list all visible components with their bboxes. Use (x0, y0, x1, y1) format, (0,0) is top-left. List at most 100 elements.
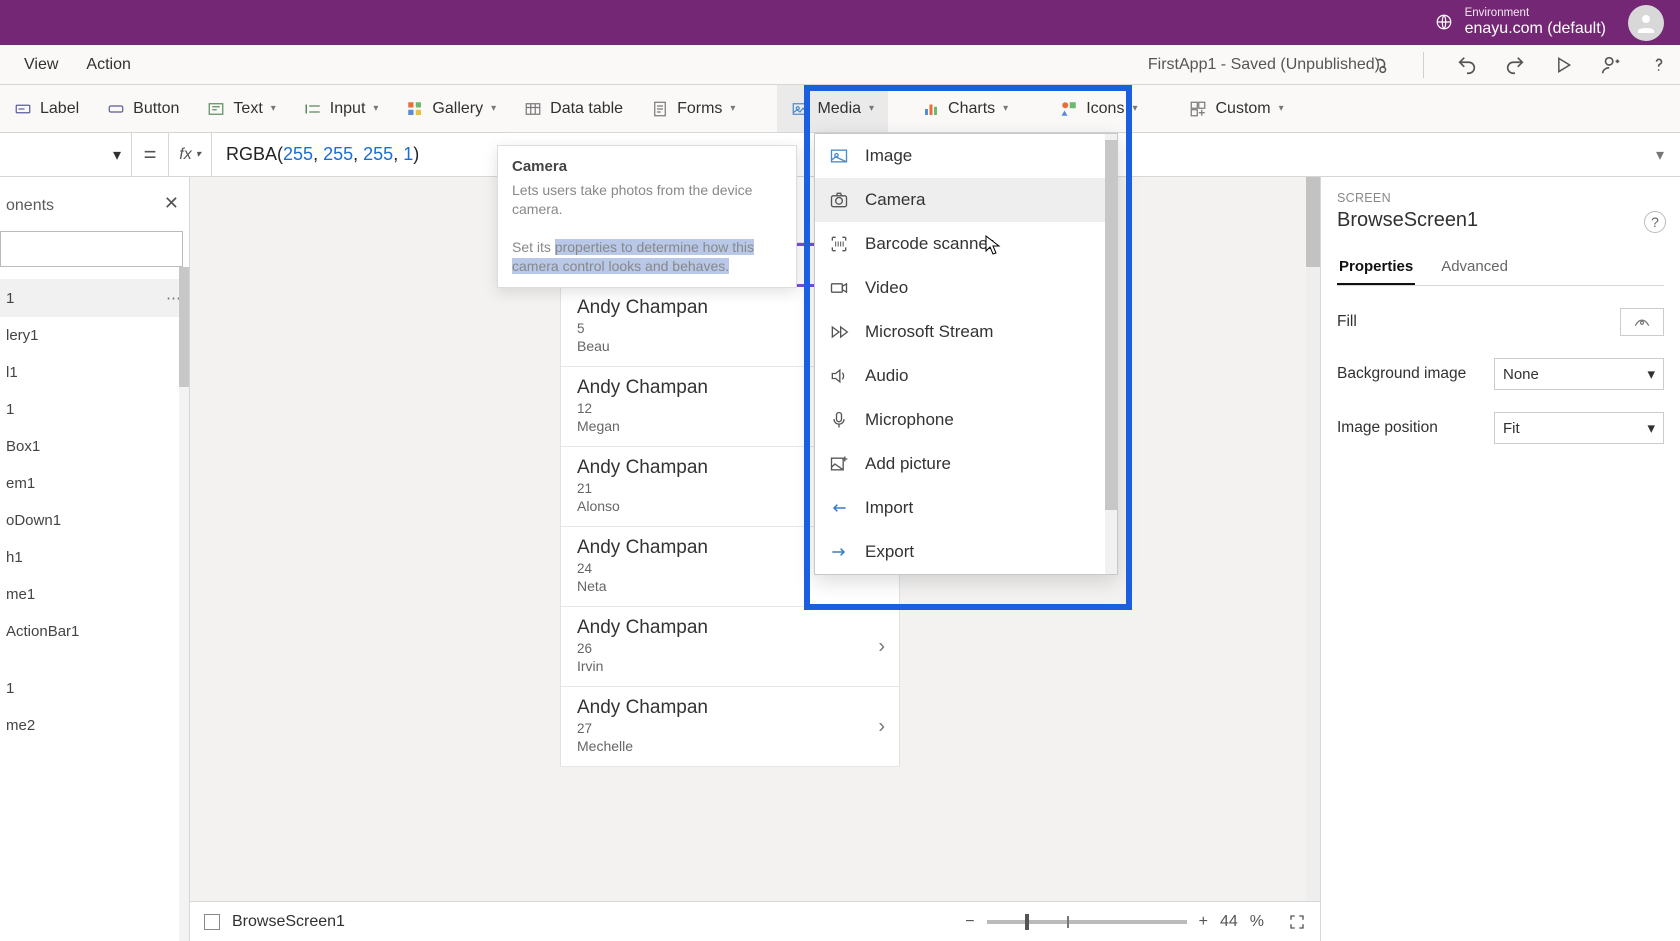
row-subtitle: 26 (577, 641, 883, 656)
app-save-status: FirstApp1 - Saved (Unpublished) (1148, 45, 1380, 84)
tree-item[interactable]: h1 (0, 539, 189, 576)
tree-item[interactable]: Box1 (0, 428, 189, 465)
scrollbar-thumb[interactable] (1105, 140, 1117, 510)
environment-picker[interactable]: Environment enayu.com (default) (1435, 7, 1606, 37)
tree-item[interactable]: oDown1 (0, 502, 189, 539)
list-item[interactable]: Andy Champan27Mechelle› (561, 687, 899, 767)
media-menu-item[interactable]: Video (815, 266, 1117, 310)
tooltip-line2a: Set its (512, 239, 555, 255)
tree-item[interactable]: 1⋯ (0, 279, 189, 317)
fx-button[interactable]: fx▾ (168, 133, 212, 176)
media-menu-item[interactable]: Microphone (815, 398, 1117, 442)
equals-sign: = (132, 142, 168, 168)
row-body: Neta (577, 578, 883, 594)
tree-item[interactable] (0, 650, 189, 670)
command-bar: View Action FirstApp1 - Saved (Unpublish… (0, 45, 1680, 85)
tree-item[interactable]: lery1 (0, 317, 189, 354)
tree-item[interactable]: me1 (0, 576, 189, 613)
table-icon (524, 100, 542, 118)
bgimage-dropdown[interactable]: None▾ (1494, 358, 1664, 390)
tree-search-input[interactable] (0, 231, 183, 267)
tree-item-label: 1 (6, 290, 14, 307)
tree-item[interactable]: em1 (0, 465, 189, 502)
media-menu-item[interactable]: Image (815, 134, 1117, 178)
menu-action[interactable]: Action (72, 45, 144, 84)
ribbon-input[interactable]: Input▾ (290, 85, 393, 132)
divider (1423, 52, 1424, 78)
help-icon[interactable] (1648, 54, 1670, 76)
ribbon-button[interactable]: Button (93, 85, 193, 132)
media-icon (791, 100, 809, 118)
chevron-right-icon[interactable]: › (878, 715, 885, 738)
media-menu-item[interactable]: Barcode scanner (815, 222, 1117, 266)
ribbon-charts[interactable]: Charts▾ (908, 85, 1022, 132)
export-icon (829, 542, 849, 562)
add-picture-icon (829, 454, 849, 474)
help-icon[interactable]: ? (1644, 211, 1666, 233)
property-selector[interactable]: ▾ (0, 133, 132, 176)
formula-expand[interactable]: ▾ (1640, 145, 1680, 165)
prop-imagepos-label: Image position (1337, 419, 1438, 437)
media-menu-item[interactable]: Audio (815, 354, 1117, 398)
redo-icon[interactable] (1504, 54, 1526, 76)
app-checker-icon[interactable] (1369, 54, 1391, 76)
tooltip-title: Camera (512, 158, 782, 175)
scrollbar[interactable] (1306, 177, 1320, 901)
zoom-out-icon[interactable]: − (965, 913, 974, 931)
tree-item[interactable]: 1 (0, 670, 189, 707)
media-item-label: Audio (865, 366, 908, 386)
share-icon[interactable] (1600, 54, 1622, 76)
media-menu-item[interactable]: Microsoft Stream (815, 310, 1117, 354)
camera-icon (829, 190, 849, 210)
zoom-slider[interactable] (987, 920, 1187, 924)
zoom-in-icon[interactable]: + (1199, 913, 1208, 931)
ribbon-media[interactable]: Media▾ (777, 85, 888, 132)
media-menu-item[interactable]: Export (815, 530, 1117, 574)
chevron-down-icon: ▾ (730, 103, 735, 114)
ribbon-custom[interactable]: Custom▾ (1175, 85, 1297, 132)
media-menu-item[interactable]: Camera (815, 178, 1117, 222)
tab-advanced[interactable]: Advanced (1439, 250, 1510, 285)
ribbon-data-table[interactable]: Data table (510, 85, 637, 132)
screen-checkbox[interactable] (204, 914, 220, 930)
tree-item[interactable]: 1 (0, 391, 189, 428)
barcode-scanner-icon (829, 234, 849, 254)
avatar[interactable] (1628, 5, 1664, 41)
play-icon[interactable] (1552, 54, 1574, 76)
close-icon[interactable]: ✕ (164, 193, 179, 214)
fit-to-window-icon[interactable] (1288, 913, 1306, 931)
tree-item-label: me1 (6, 586, 35, 603)
row-title: Andy Champan (577, 617, 883, 639)
footer-screen-name: BrowseScreen1 (232, 913, 345, 931)
tree-tab-components[interactable]: onents (0, 187, 189, 225)
tree-item-label: oDown1 (6, 512, 61, 529)
custom-icon (1189, 100, 1207, 118)
media-menu-item[interactable]: Import (815, 486, 1117, 530)
ribbon-icons[interactable]: Icons▾ (1046, 85, 1151, 132)
text-icon (207, 100, 225, 118)
media-menu-item[interactable]: Add picture (815, 442, 1117, 486)
environment-label: Environment (1465, 7, 1606, 20)
tooltip-line1: Lets users take photos from the device c… (512, 182, 752, 217)
ribbon-gallery[interactable]: Gallery▾ (392, 85, 510, 132)
ribbon-label[interactable]: Label (0, 85, 93, 132)
list-item[interactable]: Andy Champan26Irvin› (561, 607, 899, 687)
menu-view[interactable]: View (10, 45, 72, 84)
label-icon (14, 100, 32, 118)
scrollbar-thumb[interactable] (1306, 177, 1320, 267)
tree-item[interactable]: me2 (0, 707, 189, 744)
ribbon-text[interactable]: Text▾ (193, 85, 289, 132)
ribbon-forms[interactable]: Forms▾ (637, 85, 749, 132)
imagepos-dropdown[interactable]: Fit▾ (1494, 412, 1664, 444)
tree-item[interactable]: l1 (0, 354, 189, 391)
tree-item-label: l1 (6, 364, 18, 381)
undo-icon[interactable] (1456, 54, 1478, 76)
tree-item[interactable]: ActionBar1 (0, 613, 189, 650)
fill-color-picker[interactable] (1620, 308, 1664, 336)
media-item-label: Microsoft Stream (865, 322, 993, 342)
zoom-unit: % (1250, 913, 1264, 931)
chevron-right-icon[interactable]: › (878, 635, 885, 658)
microsoft-stream-icon (829, 322, 849, 342)
tab-properties[interactable]: Properties (1337, 250, 1415, 285)
scrollbar-thumb[interactable] (179, 267, 189, 387)
